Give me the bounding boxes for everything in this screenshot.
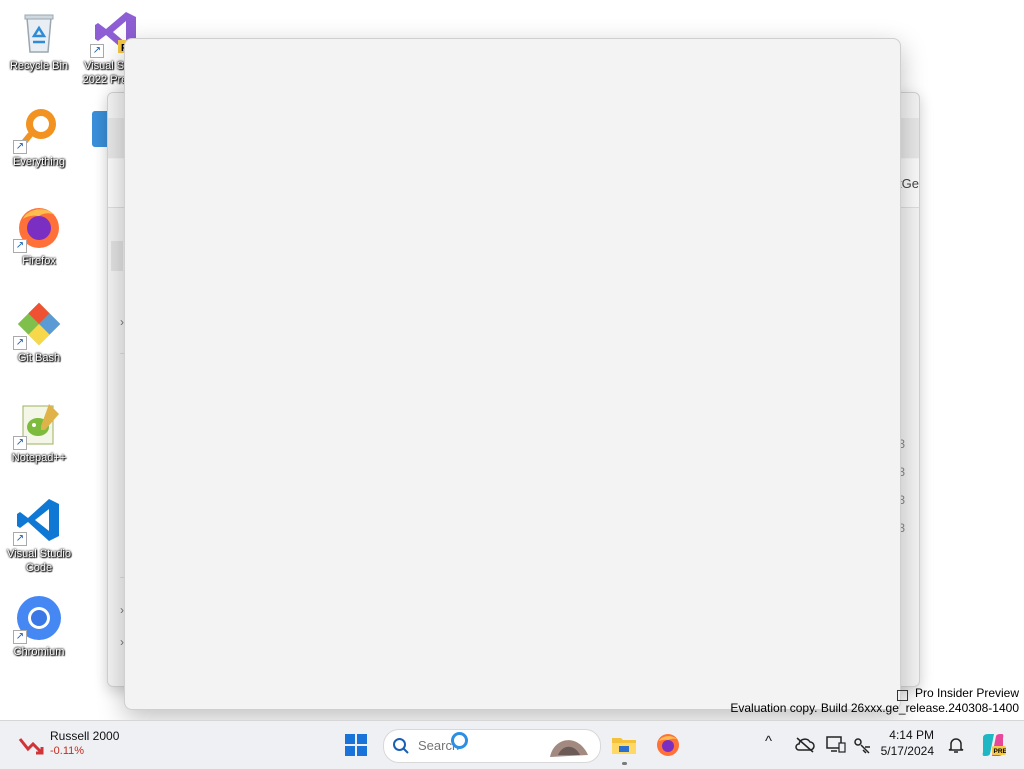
firefox-icon (657, 734, 679, 756)
desktop-icon-label: Firefox (22, 255, 56, 267)
desktop-icon-label: Visual Studio Code (6, 548, 71, 574)
widget-change: -0.11% (50, 745, 85, 757)
search-highlight-image (550, 740, 588, 757)
system-clock[interactable]: 4:14 PM 5/17/2024 (878, 727, 934, 763)
shortcut-arrow-icon: ↗ (13, 532, 27, 546)
shortcut-arrow-icon: ↗ (13, 436, 27, 450)
file-explorer-taskbar-button[interactable] (606, 729, 642, 765)
firefox-taskbar-button[interactable] (650, 729, 686, 761)
windows-start-icon (345, 734, 367, 756)
firefox-icon: ↗ (13, 203, 63, 253)
cloud-offline-icon[interactable] (795, 737, 815, 753)
desktop-icon-firefox[interactable]: ↗ Firefox (1, 203, 77, 268)
svg-text:PRE: PRE (994, 748, 1007, 755)
shortcut-arrow-icon: ↗ (13, 239, 27, 253)
desktop-icon-git-bash[interactable]: ↗ Git Bash (1, 300, 77, 365)
desktop-icon-recycle-bin[interactable]: Recycle Bin (1, 8, 77, 73)
windows-insider-watermark-line1: Pro Insider Preview (914, 686, 1019, 700)
desktop-icon-notepad-plus-plus[interactable]: ↗ Notepad++ (1, 400, 77, 465)
display-icon[interactable] (826, 736, 846, 754)
network-icon[interactable] (852, 736, 872, 754)
shortcut-arrow-icon: ↗ (13, 336, 27, 350)
notification-bell-icon[interactable] (947, 736, 965, 754)
desktop-icon-everything[interactable]: ↗ Everything (1, 104, 77, 169)
file-explorer-icon (612, 738, 636, 754)
search-input[interactable] (416, 737, 530, 754)
desktop-icon-vscode[interactable]: ↗ Visual Studio Code (1, 496, 77, 575)
running-indicator (622, 762, 627, 765)
desktop-icon-label: Git Bash (17, 352, 61, 364)
stock-widget[interactable]: Russell 2000 -0.11% (14, 727, 134, 763)
blank-dialog-window[interactable] (124, 38, 901, 710)
clock-time: 4:14 PM (889, 728, 934, 742)
maximize-icon[interactable] (897, 690, 908, 701)
desktop-icon-label: Chromium (13, 646, 65, 658)
cursor-indicator-icon (451, 732, 468, 749)
search-icon (393, 738, 409, 754)
shortcut-arrow-icon: ↗ (90, 44, 104, 58)
stock-trend-down-icon (18, 738, 44, 755)
desktop-icon-chromium[interactable]: ↗ Chromium (1, 594, 77, 659)
shortcut-arrow-icon: ↗ (13, 630, 27, 644)
desktop-icon-label: Everything (13, 156, 65, 168)
desktop-icon-label: Notepad++ (11, 452, 67, 464)
shortcut-arrow-icon: ↗ (13, 140, 27, 154)
desktop-icon-label: Recycle Bin (9, 60, 69, 72)
background-window-text-fragment: tGe (898, 176, 919, 191)
recycle-bin-icon (15, 8, 63, 56)
background-window-selected-row[interactable] (111, 241, 123, 271)
taskbar: Russell 2000 -0.11% Search ^ 4:14 PM 5/1… (0, 720, 1024, 769)
everything-search-icon: ↗ (13, 104, 63, 154)
vscode-icon: ↗ (13, 496, 63, 546)
chromium-icon: ↗ (13, 594, 63, 644)
taskbar-search-box[interactable] (383, 729, 601, 763)
chevron-up-icon[interactable]: ^ (765, 733, 772, 750)
notepad-plus-plus-icon: ↗ (13, 400, 63, 450)
start-button[interactable] (338, 729, 374, 761)
widget-title: Russell 2000 (50, 729, 120, 743)
clock-date: 5/17/2024 (880, 744, 934, 758)
windows-insider-watermark-line2: Evaluation copy. Build 26xxx.ge_release.… (730, 701, 1019, 715)
copilot-icon[interactable]: PRE (980, 732, 1006, 758)
git-bash-icon: ↗ (13, 300, 63, 350)
